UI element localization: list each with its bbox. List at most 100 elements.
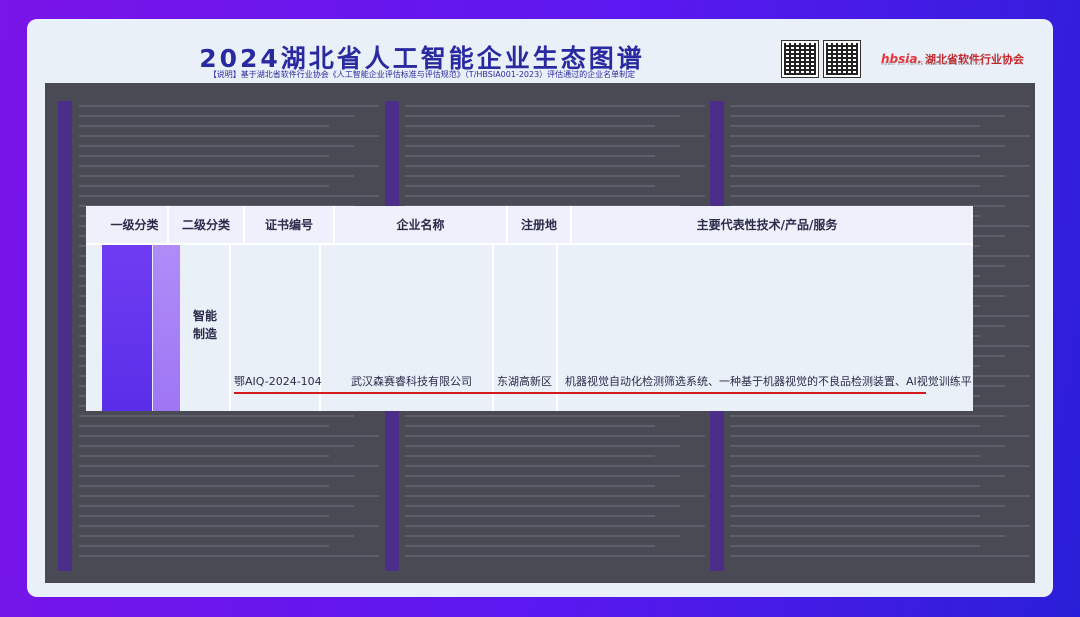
table-header: 一级分类 二级分类 证书编号 企业名称 注册地 主要代表性技术/产品/服务 (86, 206, 973, 243)
dim-table-row (730, 435, 1030, 437)
col-header-category-1: 一级分类 (102, 206, 169, 243)
dim-table-row (405, 155, 655, 157)
dim-table-row (405, 135, 705, 137)
dim-table-row (79, 505, 354, 507)
dim-table-row (405, 465, 705, 467)
dim-table-row (79, 145, 354, 147)
dim-table-row (405, 485, 655, 487)
dim-table-row (730, 465, 1030, 467)
highlighted-row-panel: 一级分类 二级分类 证书编号 企业名称 注册地 主要代表性技术/产品/服务 智能… (86, 206, 973, 411)
dim-table-row (405, 165, 705, 167)
dim-table-row (730, 115, 1005, 117)
dim-table-row (405, 555, 705, 557)
dim-table-row (79, 485, 329, 487)
dim-table-row (730, 485, 980, 487)
subcategory-label: 智能制造 (192, 309, 217, 341)
dim-table-row (730, 145, 1005, 147)
dim-table-row (79, 555, 379, 557)
category-2-bar (153, 245, 180, 411)
dim-table-row (730, 555, 1030, 557)
col-header-company: 企业名称 (335, 206, 508, 243)
dim-table-row (730, 195, 1030, 197)
table-row: 智能制造 鄂AIQ-2024-104 武汉森赛睿科技有限公司 东湖高新区 机器视… (86, 245, 973, 411)
dim-table-row (405, 415, 680, 417)
dim-table-row (79, 435, 379, 437)
dim-table-row (79, 415, 354, 417)
cert-number: 鄂AIQ-2024-104 (234, 375, 322, 388)
registration-location: 东湖高新区 (497, 375, 552, 388)
dim-table-row (79, 175, 354, 177)
dim-table-row (79, 515, 329, 517)
dim-table-row (730, 445, 1005, 447)
dim-table-row (730, 455, 980, 457)
dim-table-row (79, 545, 329, 547)
dim-table-row (730, 545, 980, 547)
dim-table-row (405, 525, 705, 527)
column-divider (556, 245, 558, 411)
dim-table-row (730, 425, 980, 427)
dim-table-row (730, 505, 1005, 507)
dim-table-row (79, 185, 329, 187)
dim-table-row (730, 515, 980, 517)
dim-table-row (79, 525, 379, 527)
dim-table-row (730, 155, 980, 157)
dim-table-row (405, 455, 655, 457)
dim-table-row (730, 135, 1030, 137)
dim-table-row (405, 545, 655, 547)
column-divider (229, 245, 231, 411)
infographic-card: 2024湖北省人工智能企业生态图谱 【说明】基于湖北省软件行业协会《人工智能企业… (27, 19, 1053, 597)
dim-table-row (730, 165, 1030, 167)
products-services: 机器视觉自动化检测筛选系统、一种基于机器视觉的不良品检测装置、AI视觉训练平台 (565, 375, 973, 388)
dim-table-row (79, 165, 379, 167)
dim-table-row (79, 475, 354, 477)
dim-table-row (730, 525, 1030, 527)
column-divider (492, 245, 494, 411)
page-subtitle: 【说明】基于湖北省软件行业协会《人工智能企业评估标准与评估规范》（T/HBSIA… (208, 70, 636, 79)
dim-table-row (730, 415, 1005, 417)
dim-table-row (79, 455, 329, 457)
dim-table-row (79, 495, 379, 497)
dim-table-row (79, 195, 379, 197)
col-header-products: 主要代表性技术/产品/服务 (572, 206, 962, 243)
dim-table-row (405, 125, 655, 127)
dim-table-row (405, 475, 680, 477)
dim-table-row (730, 175, 1005, 177)
dim-table-row (79, 135, 379, 137)
col-header-category-2: 二级分类 (169, 206, 245, 243)
dim-table-row (405, 175, 680, 177)
dim-table-row (730, 185, 980, 187)
dim-table-row (79, 105, 379, 107)
dim-table-row (79, 445, 354, 447)
dim-table-row (405, 145, 680, 147)
dim-table-row (79, 115, 354, 117)
dim-table-row (405, 105, 705, 107)
dim-category-bar (58, 101, 72, 571)
dim-table-row (79, 465, 379, 467)
dim-table-row (730, 535, 1005, 537)
dim-table-row (730, 475, 1005, 477)
logo-english-name: HUBEI SOFTWARE INDUSTRY ASSOCIATION (881, 61, 985, 66)
dim-table-row (730, 105, 1030, 107)
dim-table-row (405, 445, 680, 447)
dim-table-row (405, 435, 705, 437)
dim-table-row (79, 535, 354, 537)
category-1-bar (102, 245, 152, 411)
dim-table-row (79, 155, 329, 157)
dim-table-row (730, 495, 1030, 497)
qr-code-icon (823, 40, 861, 78)
highlight-underline (234, 392, 926, 394)
dim-table-row (79, 125, 329, 127)
dim-table-row (730, 125, 980, 127)
dim-table-row (405, 195, 705, 197)
company-name: 武汉森赛睿科技有限公司 (351, 375, 472, 388)
dim-table-row (405, 425, 655, 427)
dim-table-row (405, 115, 680, 117)
dim-table-row (405, 515, 655, 517)
col-header-cert-no: 证书编号 (245, 206, 335, 243)
dim-table-row (405, 535, 680, 537)
dim-table-row (79, 425, 329, 427)
qr-code-icon (781, 40, 819, 78)
col-header-location: 注册地 (508, 206, 572, 243)
dim-table-row (405, 505, 680, 507)
dim-table-row (405, 495, 705, 497)
